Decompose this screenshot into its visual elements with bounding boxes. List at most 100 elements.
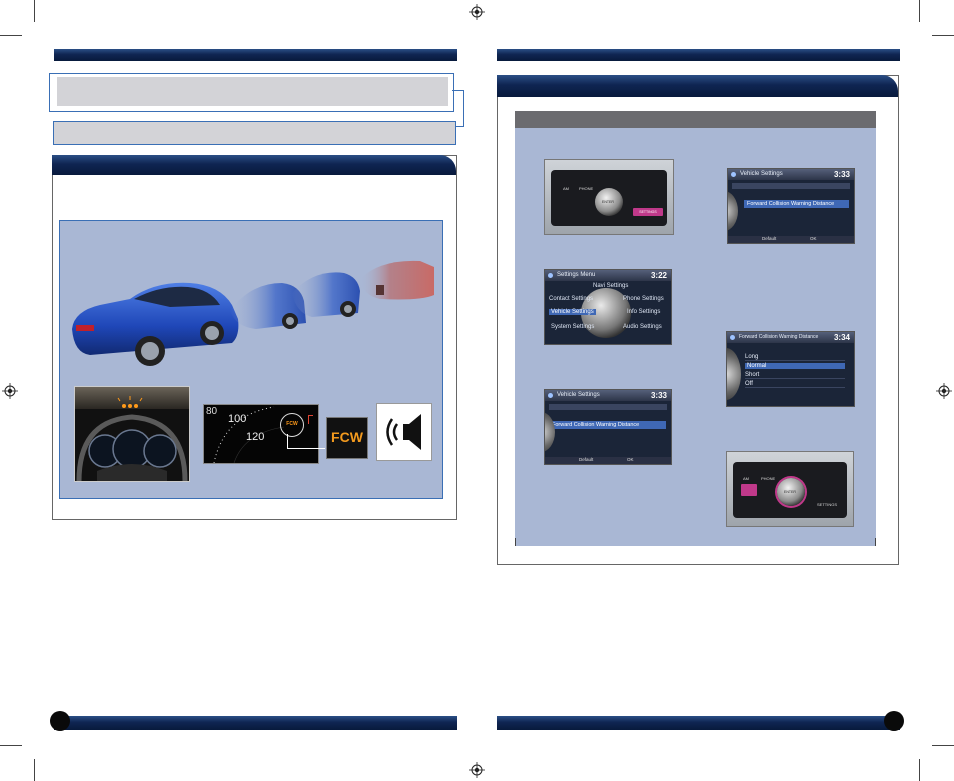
crop-mark bbox=[919, 759, 920, 781]
callout-line bbox=[287, 448, 325, 449]
settings-tab-strip[interactable] bbox=[549, 404, 667, 410]
screen-title: Vehicle Settings bbox=[740, 171, 783, 177]
title-box-text bbox=[57, 77, 448, 93]
registration-mark-icon bbox=[469, 762, 485, 778]
right-footer-bar bbox=[497, 716, 900, 730]
menu-dial-graphic bbox=[545, 412, 555, 452]
crop-mark bbox=[0, 35, 22, 36]
screen-time: 3:34 bbox=[833, 333, 850, 342]
gauge-number: 120 bbox=[246, 431, 265, 443]
left-header-bar bbox=[54, 49, 457, 61]
fcw-badge: FCW bbox=[326, 417, 368, 459]
menu-dial-graphic bbox=[727, 348, 741, 400]
panel-corner-mark bbox=[515, 538, 516, 546]
bracket-line bbox=[463, 90, 464, 127]
option-off[interactable]: Off bbox=[745, 381, 845, 388]
vehicle-settings-screen: Vehicle Settings 3:33 Forward Collision W… bbox=[544, 389, 672, 465]
knob-label: ENTER bbox=[602, 200, 614, 204]
audio-console-image: AM PHONE ENTER SETTINGS bbox=[726, 451, 854, 527]
steps-header bbox=[515, 111, 876, 128]
fcw-distance-screen: Forward Collision Warning Distance 3:34 L… bbox=[726, 331, 855, 407]
registration-mark-icon bbox=[2, 383, 18, 399]
screen-time: 3:22 bbox=[650, 271, 667, 280]
left-header-text bbox=[54, 55, 60, 64]
crop-mark bbox=[932, 35, 954, 36]
gauge-number: 100 bbox=[228, 413, 247, 425]
settings-menu-screen: Settings Menu 3:22 Navi Settings Contact … bbox=[544, 269, 672, 345]
registration-mark-icon bbox=[469, 4, 485, 20]
left-footer-bar bbox=[54, 716, 457, 730]
fcw-badge-label: FCW bbox=[331, 429, 363, 445]
console-button-label: PHONE bbox=[761, 476, 776, 481]
panel-corner-mark bbox=[875, 538, 876, 546]
option-normal[interactable]: Normal bbox=[745, 363, 845, 369]
settings-tab-strip[interactable] bbox=[732, 183, 850, 189]
right-page-number-badge bbox=[884, 711, 904, 731]
crop-mark bbox=[0, 745, 22, 746]
settings-button[interactable]: SETTINGS bbox=[633, 208, 663, 216]
steps-header-text bbox=[515, 111, 876, 117]
knob-label: ENTER bbox=[784, 490, 796, 494]
selected-console-button[interactable] bbox=[741, 484, 757, 496]
vehicle-settings-screen: Vehicle Settings 3:33 Forward Collision W… bbox=[727, 168, 855, 244]
default-button[interactable]: Default bbox=[579, 457, 593, 462]
speaker-sound-icon bbox=[376, 403, 432, 461]
fcw-indicator-label: FCW bbox=[286, 421, 298, 427]
fcw-distance-item[interactable]: Forward Collision Warning Distance bbox=[744, 200, 849, 208]
bracket-line bbox=[455, 126, 464, 127]
subtitle-box-text bbox=[54, 122, 455, 132]
crop-mark bbox=[919, 0, 920, 22]
right-section-heading bbox=[497, 75, 898, 85]
crop-mark bbox=[34, 759, 35, 781]
blue-coupe-image bbox=[72, 282, 239, 366]
moving-car-blur-image bbox=[292, 272, 360, 317]
redline-marker bbox=[308, 415, 313, 424]
feature-section-heading-bar bbox=[52, 155, 456, 175]
screen-footer: Default OK bbox=[545, 457, 671, 464]
feature-description bbox=[60, 182, 448, 212]
option-short[interactable]: Short bbox=[745, 372, 845, 379]
title-box bbox=[57, 77, 448, 106]
menu-dial-graphic bbox=[728, 191, 738, 231]
warning-light-icon bbox=[117, 396, 143, 408]
settings-button-label: SETTINGS bbox=[817, 502, 838, 507]
screen-title: Forward Collision Warning Distance bbox=[739, 334, 819, 340]
menu-item-info[interactable]: Info Settings bbox=[627, 309, 660, 315]
gauge-number: 80 bbox=[206, 406, 218, 417]
subtitle-box bbox=[53, 121, 456, 145]
lead-vehicle-red-image bbox=[360, 260, 434, 300]
speedometer-fcw-indicator: 80 100 120 FCW bbox=[203, 404, 319, 464]
console-button-label: PHONE bbox=[579, 186, 594, 191]
right-section-heading-bar bbox=[497, 75, 898, 97]
fcw-distance-item[interactable]: Forward Collision Warning Distance bbox=[549, 421, 666, 429]
fcw-indicator-circle: FCW bbox=[280, 413, 304, 437]
console-button-label: AM bbox=[743, 476, 749, 481]
menu-item-phone[interactable]: Phone Settings bbox=[623, 296, 664, 302]
screen-time: 3:33 bbox=[650, 391, 667, 400]
menu-item-vehicle[interactable]: Vehicle Settings bbox=[549, 309, 596, 315]
option-long[interactable]: Long bbox=[745, 354, 845, 361]
callout-line bbox=[287, 434, 288, 448]
menu-item-contact[interactable]: Contact Settings bbox=[549, 296, 593, 302]
screen-footer: Default OK bbox=[728, 236, 854, 243]
menu-item-navi[interactable]: Navi Settings bbox=[593, 283, 628, 289]
audio-console-image: AM PHONE ENTER SETTINGS bbox=[544, 159, 674, 235]
screen-title: Settings Menu bbox=[557, 272, 596, 278]
right-header-bar bbox=[497, 49, 900, 61]
screen-title: Vehicle Settings bbox=[557, 392, 600, 398]
ok-button[interactable]: OK bbox=[810, 236, 817, 241]
crop-mark bbox=[932, 745, 954, 746]
menu-item-system[interactable]: System Settings bbox=[551, 324, 594, 330]
moving-car-blur-image bbox=[230, 283, 306, 329]
menu-item-audio[interactable]: Audio Settings bbox=[623, 324, 662, 330]
default-button[interactable]: Default bbox=[762, 236, 776, 241]
ok-button[interactable]: OK bbox=[627, 457, 634, 462]
screen-time: 3:33 bbox=[833, 170, 850, 179]
left-page-number-badge bbox=[50, 711, 70, 731]
feature-heading bbox=[52, 155, 456, 163]
crop-mark bbox=[34, 0, 35, 22]
registration-mark-icon bbox=[936, 383, 952, 399]
right-header-text bbox=[497, 55, 503, 64]
console-button-label: AM bbox=[563, 186, 569, 191]
instrument-cluster-warning bbox=[74, 386, 190, 482]
